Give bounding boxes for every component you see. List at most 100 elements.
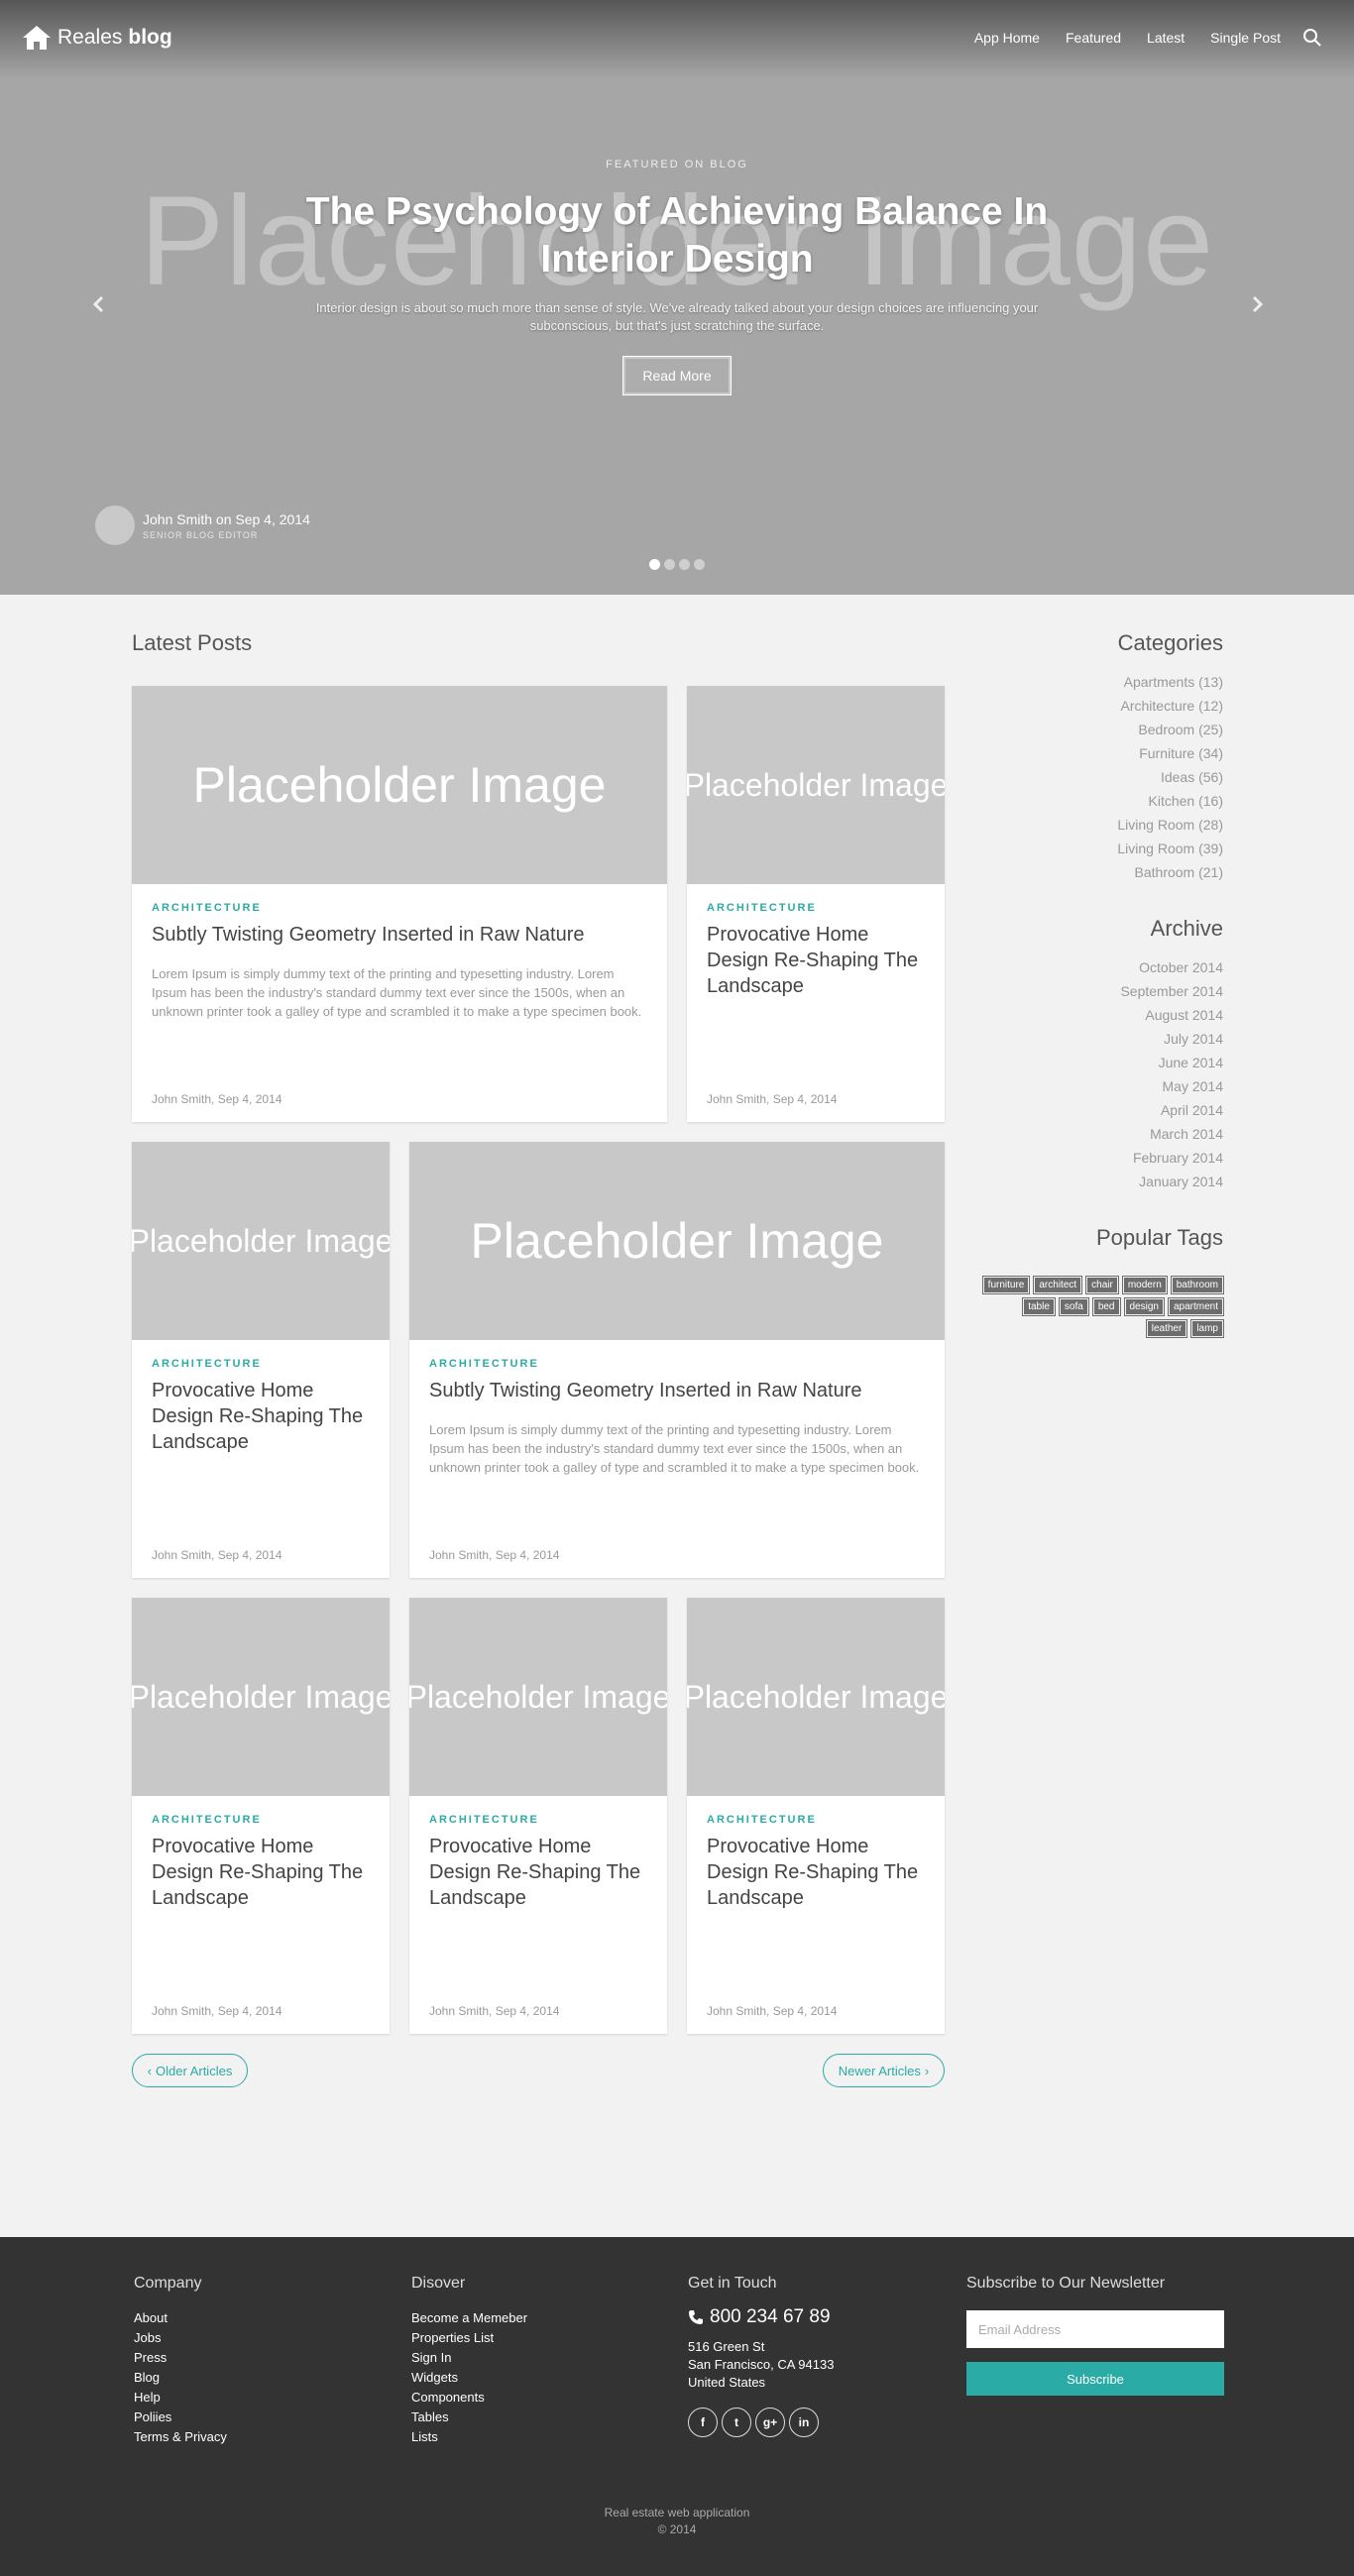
footer-link[interactable]: Press [134,2348,227,2368]
read-more-button[interactable]: Read More [622,356,732,395]
footer-link[interactable]: Help [134,2388,227,2408]
tag[interactable]: chair [1085,1276,1119,1294]
footer-link[interactable]: Blog [134,2368,227,2388]
post-card[interactable]: Placeholder Image ARCHITECTURE Provocati… [687,1598,945,2034]
nav-link-single-post[interactable]: Single Post [1210,30,1281,46]
post-category[interactable]: ARCHITECTURE [429,1358,539,1370]
archive-link[interactable]: April 2014 [975,1098,1223,1122]
post-card[interactable]: Placeholder Image ARCHITECTURE Provocati… [132,1598,390,2034]
footer-link[interactable]: Poliies [134,2408,227,2427]
category-link[interactable]: Living Room (39) [975,837,1223,860]
post-title[interactable]: Provocative Home Design Re-Shaping The L… [429,1834,647,1911]
address-line: San Francisco, CA 94133 [688,2357,835,2372]
category-link[interactable]: Bathroom (21) [975,860,1223,884]
post-title[interactable]: Provocative Home Design Re-Shaping The L… [707,922,925,999]
facebook-icon[interactable]: f [688,2408,718,2437]
email-field[interactable] [966,2310,1224,2348]
category-link[interactable]: Architecture (12) [975,694,1223,718]
slider-dot[interactable] [679,559,690,570]
tag[interactable]: lamp [1190,1319,1224,1338]
google-plus-icon[interactable]: g+ [755,2408,785,2437]
subscribe-button[interactable]: Subscribe [966,2362,1224,2396]
archive-link[interactable]: July 2014 [975,1027,1223,1051]
post-card[interactable]: Placeholder Image ARCHITECTURE Provocati… [687,686,945,1122]
post-image[interactable]: Placeholder Image [132,1598,390,1796]
post-card[interactable]: Placeholder Image ARCHITECTURE Provocati… [132,1142,390,1578]
newer-articles-button[interactable]: Newer Articles › [823,2054,945,2087]
home-icon [23,26,51,50]
tag[interactable]: furniture [981,1276,1031,1294]
post-category[interactable]: ARCHITECTURE [152,902,262,914]
post-title[interactable]: Provocative Home Design Re-Shaping The L… [152,1834,370,1911]
category-link[interactable]: Bedroom (25) [975,718,1223,741]
post-category[interactable]: ARCHITECTURE [152,1814,262,1826]
older-articles-button[interactable]: ‹ Older Articles [132,2054,248,2087]
tag[interactable]: architect [1033,1276,1083,1294]
post-image[interactable]: Placeholder Image [409,1142,945,1340]
footer-link[interactable]: Terms & Privacy [134,2427,227,2447]
post-image[interactable]: Placeholder Image [687,1598,945,1796]
category-link[interactable]: Furniture (34) [975,741,1223,765]
post-image[interactable]: Placeholder Image [687,686,945,884]
slider-dot[interactable] [694,559,705,570]
category-link[interactable]: Ideas (56) [975,765,1223,789]
category-link[interactable]: Apartments (13) [975,670,1223,694]
post-title[interactable]: Subtly Twisting Geometry Inserted in Raw… [429,1378,925,1403]
post-title[interactable]: Provocative Home Design Re-Shaping The L… [152,1378,370,1455]
footer-link[interactable]: Tables [411,2408,527,2427]
archive-link[interactable]: October 2014 [975,955,1223,979]
tag[interactable]: design [1123,1297,1165,1316]
nav-link-latest[interactable]: Latest [1147,30,1185,46]
tag[interactable]: apartment [1167,1297,1225,1316]
post-card[interactable]: Placeholder Image ARCHITECTURE Subtly Tw… [409,1142,945,1578]
post-image[interactable]: Placeholder Image [132,686,667,884]
category-link[interactable]: Living Room (28) [975,813,1223,837]
slider-dot[interactable] [649,559,660,570]
nav-link-featured[interactable]: Featured [1066,30,1121,46]
post-image[interactable]: Placeholder Image [409,1598,667,1796]
category-link[interactable]: Kitchen (16) [975,789,1223,813]
twitter-icon[interactable]: t [722,2408,751,2437]
footer-phone[interactable]: 800 234 67 89 [688,2306,834,2328]
post-category[interactable]: ARCHITECTURE [429,1814,539,1826]
brand-logo[interactable]: Reales blog [22,24,172,52]
footer-link[interactable]: Lists [411,2427,527,2447]
archive-link[interactable]: March 2014 [975,1122,1223,1146]
post-image[interactable]: Placeholder Image [132,1142,390,1340]
footer-link[interactable]: Properties List [411,2328,527,2348]
footer-link[interactable]: Components [411,2388,527,2408]
post-title[interactable]: Provocative Home Design Re-Shaping The L… [707,1834,925,1911]
archive-link[interactable]: September 2014 [975,979,1223,1003]
newer-articles-label: Newer Articles [838,2063,921,2078]
post-card[interactable]: Placeholder Image ARCHITECTURE Subtly Tw… [132,686,667,1122]
search-icon[interactable] [1302,28,1322,48]
post-category[interactable]: ARCHITECTURE [152,1358,262,1370]
footer-link[interactable]: Become a Memeber [411,2308,527,2328]
post-title[interactable]: Subtly Twisting Geometry Inserted in Raw… [152,922,647,948]
archive-link[interactable]: January 2014 [975,1170,1223,1193]
tag[interactable]: leather [1145,1319,1188,1338]
chevron-left-icon[interactable] [91,293,107,315]
tag[interactable]: table [1022,1297,1056,1316]
footer-link[interactable]: Widgets [411,2368,527,2388]
footer-link[interactable]: Jobs [134,2328,227,2348]
post-category[interactable]: ARCHITECTURE [707,1814,817,1826]
footer-link[interactable]: About [134,2308,227,2328]
address-line: 516 Green St [688,2339,765,2354]
archive-link[interactable]: August 2014 [975,1003,1223,1027]
tag[interactable]: bed [1091,1297,1121,1316]
post-card[interactable]: Placeholder Image ARCHITECTURE Provocati… [409,1598,667,2034]
tag[interactable]: bathroom [1170,1276,1225,1294]
tag-cloud: furniture architect chair modern bathroo… [975,1276,1225,1342]
tag[interactable]: modern [1121,1276,1168,1294]
footer-link[interactable]: Sign In [411,2348,527,2368]
tag[interactable]: sofa [1058,1297,1089,1316]
post-category[interactable]: ARCHITECTURE [707,902,817,914]
chevron-right-icon[interactable] [1249,293,1265,315]
archive-link[interactable]: June 2014 [975,1051,1223,1074]
linkedin-icon[interactable]: in [789,2408,819,2437]
archive-link[interactable]: February 2014 [975,1146,1223,1170]
nav-link-app-home[interactable]: App Home [974,30,1040,46]
slider-dot[interactable] [664,559,675,570]
archive-link[interactable]: May 2014 [975,1074,1223,1098]
